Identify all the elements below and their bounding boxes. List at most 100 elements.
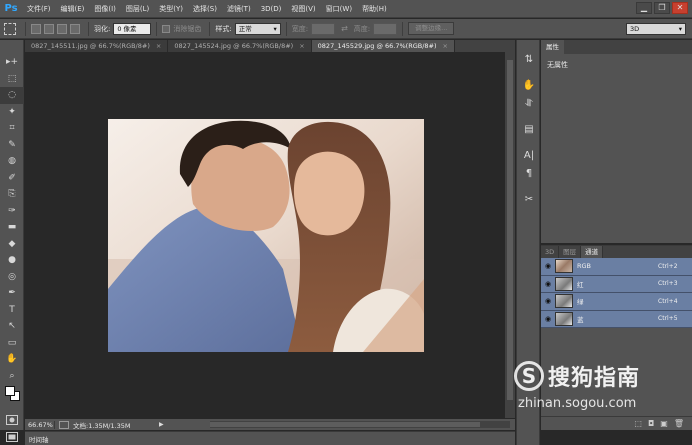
antialias-checkbox[interactable] (162, 24, 171, 33)
document-info: 文档:1.35M/1.35M (73, 421, 131, 430)
channel-shortcut: Ctrl+4 (658, 297, 678, 305)
width-input[interactable] (311, 22, 336, 35)
adjustments-icon[interactable]: ⥯ (517, 94, 541, 112)
eraser-tool-icon[interactable]: ▬ (0, 219, 24, 236)
menu-edit[interactable]: 编辑(E) (56, 0, 90, 18)
menu-3d[interactable]: 3D(D) (256, 0, 287, 18)
lasso-tool-icon[interactable]: ◌ (0, 87, 24, 104)
channel-name: 蓝 (577, 315, 584, 324)
zoom-tool-icon[interactable]: ⌕ (0, 368, 24, 385)
channel-thumbnail (555, 259, 573, 274)
visibility-eye-icon[interactable]: ◉ (541, 297, 555, 305)
swap-icon[interactable]: ⇄ (341, 24, 348, 33)
refine-edge-button[interactable]: 调整边缘... (408, 22, 455, 35)
dodge-tool-icon[interactable]: ◎ (0, 269, 24, 286)
move-tool-icon[interactable]: ▸+ (0, 54, 24, 71)
tab-layers[interactable]: 图层 (559, 246, 582, 258)
minimize-button[interactable]: ▁ (636, 2, 652, 14)
menu-filter[interactable]: 滤镜(T) (222, 0, 256, 18)
character-icon[interactable]: A| (517, 146, 541, 164)
clone-stamp-tool-icon[interactable]: ⎘ (0, 186, 24, 203)
brush-tool-icon[interactable]: ✐ (0, 170, 24, 187)
close-button[interactable]: ✕ (672, 2, 688, 14)
blur-tool-icon[interactable]: ● (0, 252, 24, 269)
type-tool-icon[interactable]: T (0, 302, 24, 319)
timeline-tab[interactable]: 时间轴 (29, 434, 49, 444)
menu-help[interactable]: 帮助(H) (357, 0, 392, 18)
tab-channels[interactable]: 通道 (581, 246, 604, 258)
document-tab[interactable]: 0827_145524.jpg @ 66.7%(RGB/8#) × (168, 40, 312, 52)
menu-layer[interactable]: 图层(L) (121, 0, 154, 18)
close-tab-icon[interactable]: × (443, 42, 448, 50)
zoom-level[interactable]: 66.67% (25, 420, 55, 429)
crop-tool-icon[interactable]: ⌗ (0, 120, 24, 137)
height-input[interactable] (373, 22, 398, 35)
chevron-down-icon: ▾ (678, 25, 682, 33)
tab-properties[interactable]: 属性 (541, 40, 564, 54)
channel-name: 红 (577, 280, 584, 289)
marquee-tool-icon[interactable]: ⬚ (0, 71, 24, 88)
screen-mode-icon[interactable] (0, 429, 24, 445)
visibility-eye-icon[interactable]: ◉ (541, 280, 555, 288)
new-channel-icon[interactable]: ▣ (660, 419, 668, 428)
layer-comps-icon[interactable]: ▤ (517, 120, 541, 138)
shape-tool-icon[interactable]: ▭ (0, 335, 24, 352)
workspace-select[interactable]: 3D ▾ (626, 23, 686, 35)
subtract-selection-icon[interactable] (57, 23, 67, 34)
channel-row-green[interactable]: ◉ 绿 Ctrl+4 (541, 293, 692, 311)
channel-row-blue[interactable]: ◉ 蓝 Ctrl+5 (541, 310, 692, 328)
history-brush-tool-icon[interactable]: ✑ (0, 203, 24, 220)
divider (517, 112, 539, 120)
eyedropper-tool-icon[interactable]: ✎ (0, 137, 24, 154)
divider (209, 21, 211, 36)
intersect-selection-icon[interactable] (70, 23, 80, 34)
healing-brush-tool-icon[interactable]: ◍ (0, 153, 24, 170)
menu-select[interactable]: 选择(S) (188, 0, 222, 18)
photo-image (108, 119, 424, 352)
magic-wand-tool-icon[interactable]: ✦ (0, 104, 24, 121)
tab-3d[interactable]: 3D (541, 246, 560, 258)
channel-row-rgb[interactable]: ◉ RGB Ctrl+2 (541, 258, 692, 276)
scrollbar-thumb[interactable] (210, 422, 480, 427)
menu-view[interactable]: 视图(V) (286, 0, 320, 18)
visibility-eye-icon[interactable]: ◉ (541, 315, 555, 323)
channel-thumbnail (555, 276, 573, 291)
menu-image[interactable]: 图像(I) (89, 0, 121, 18)
pen-tool-icon[interactable]: ✒ (0, 285, 24, 302)
history-icon[interactable]: ⇅ (517, 50, 541, 68)
timeline-panel: 时间轴 (25, 431, 515, 445)
restore-button[interactable]: ❐ (654, 2, 670, 14)
close-tab-icon[interactable]: × (156, 42, 161, 50)
hand-tool-icon[interactable]: ✋ (0, 351, 24, 368)
menu-window[interactable]: 窗口(W) (321, 0, 357, 18)
document-tab-active[interactable]: 0827_145529.jpg @ 66.7%(RGB/8#) × (311, 40, 455, 52)
paragraph-icon[interactable]: ¶ (517, 164, 541, 182)
load-selection-icon[interactable]: ⬚ (634, 419, 642, 428)
properties-empty-text: 无属性 (547, 61, 568, 69)
marquee-preset-icon[interactable] (4, 22, 16, 35)
horizontal-scrollbar[interactable] (210, 421, 510, 428)
channel-row-red[interactable]: ◉ 红 Ctrl+3 (541, 275, 692, 293)
gradient-tool-icon[interactable]: ◆ (0, 236, 24, 253)
quick-mask-icon[interactable] (0, 412, 24, 429)
channel-name: RGB (577, 262, 592, 271)
document-canvas[interactable] (25, 52, 505, 418)
menu-file[interactable]: 文件(F) (22, 0, 56, 18)
foreground-color-swatch[interactable] (5, 386, 15, 396)
menu-type[interactable]: 类型(Y) (154, 0, 188, 18)
document-tab[interactable]: 0827_145511.jpg @ 66.7%(RGB/8#) × (25, 40, 169, 52)
trash-icon[interactable]: 🗑 (674, 419, 684, 428)
save-selection-icon[interactable]: ◘ (648, 419, 654, 428)
add-selection-icon[interactable] (44, 23, 54, 34)
path-selection-tool-icon[interactable]: ↖ (0, 318, 24, 335)
tool-presets-icon[interactable]: ✂ (517, 190, 541, 208)
divider (25, 21, 26, 36)
status-menu-arrow-icon[interactable]: ▶ (159, 421, 164, 428)
new-selection-icon[interactable] (31, 23, 41, 34)
style-select[interactable]: 正常 ▾ (234, 22, 281, 35)
close-tab-icon[interactable]: × (299, 42, 304, 50)
feather-input[interactable]: 0 像素 (113, 22, 152, 35)
actions-icon[interactable]: ✋ (517, 76, 541, 94)
visibility-eye-icon[interactable]: ◉ (541, 262, 555, 270)
scrollbar-thumb[interactable] (507, 60, 513, 400)
